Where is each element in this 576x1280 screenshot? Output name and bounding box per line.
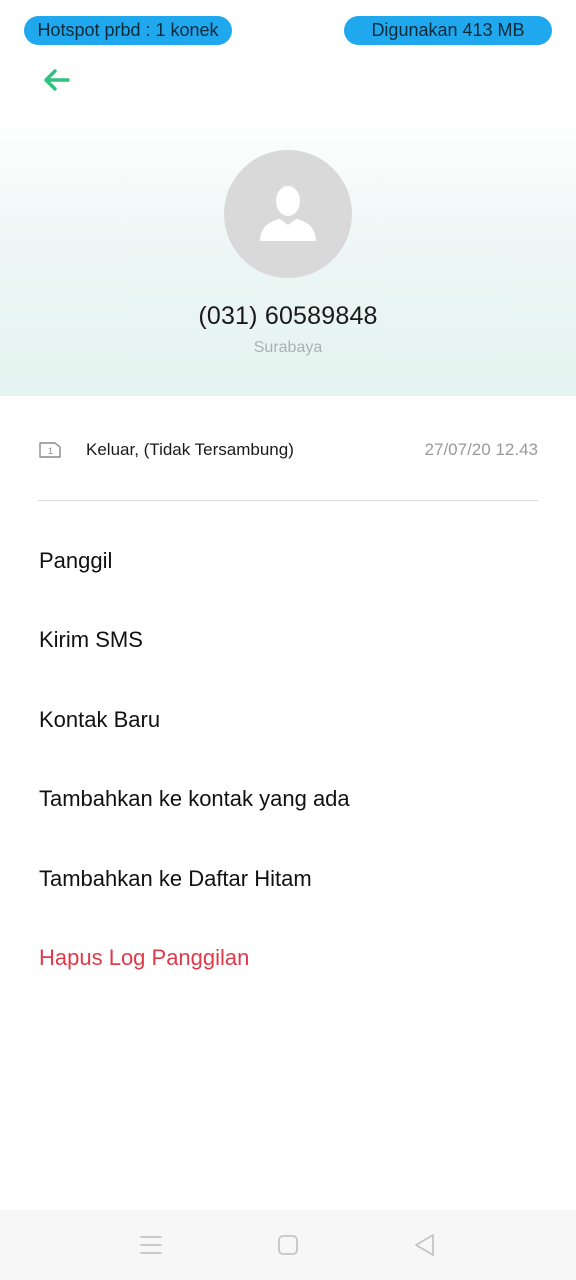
data-usage-pill[interactable]: Digunakan 413 MB — [344, 16, 552, 45]
sim-card-icon: 1 — [39, 442, 61, 458]
phone-number: (031) 60589848 — [198, 302, 378, 330]
new-contact-action[interactable]: Kontak Baru — [0, 679, 576, 758]
call-type-label: Keluar, (Tidak Tersambung) — [86, 440, 294, 459]
sim-slot-number: 1 — [48, 446, 53, 456]
delete-call-log-action[interactable]: Hapus Log Panggilan — [0, 917, 576, 996]
send-sms-action[interactable]: Kirim SMS — [0, 599, 576, 678]
call-log-entry: 1 Keluar, (Tidak Tersambung) 27/07/20 12… — [38, 428, 538, 472]
home-nav-button[interactable] — [274, 1232, 302, 1258]
call-detail-screen: Hotspot prbd : 1 konek Digunakan 413 MB … — [0, 0, 576, 1280]
add-to-blacklist-action[interactable]: Tambahkan ke Daftar Hitam — [0, 838, 576, 917]
menu-icon — [140, 1236, 162, 1254]
caller-location: Surabaya — [253, 339, 323, 356]
home-icon — [278, 1235, 298, 1255]
call-action[interactable]: Panggil — [0, 520, 576, 599]
action-list: Panggil Kirim SMS Kontak Baru Tambahkan … — [0, 520, 576, 996]
avatar[interactable] — [224, 150, 352, 278]
navigation-bar — [0, 1210, 576, 1280]
person-placeholder-icon — [260, 186, 316, 241]
back-button[interactable] — [36, 62, 76, 98]
divider — [38, 500, 538, 501]
menu-nav-button[interactable] — [137, 1232, 165, 1258]
arrow-left-icon — [44, 69, 70, 91]
call-timestamp: 27/07/20 12.43 — [424, 440, 538, 459]
back-nav-button[interactable] — [410, 1232, 438, 1258]
add-to-existing-contact-action[interactable]: Tambahkan ke kontak yang ada — [0, 758, 576, 837]
back-triangle-icon — [415, 1234, 434, 1256]
hotspot-status-pill[interactable]: Hotspot prbd : 1 konek — [24, 16, 232, 45]
